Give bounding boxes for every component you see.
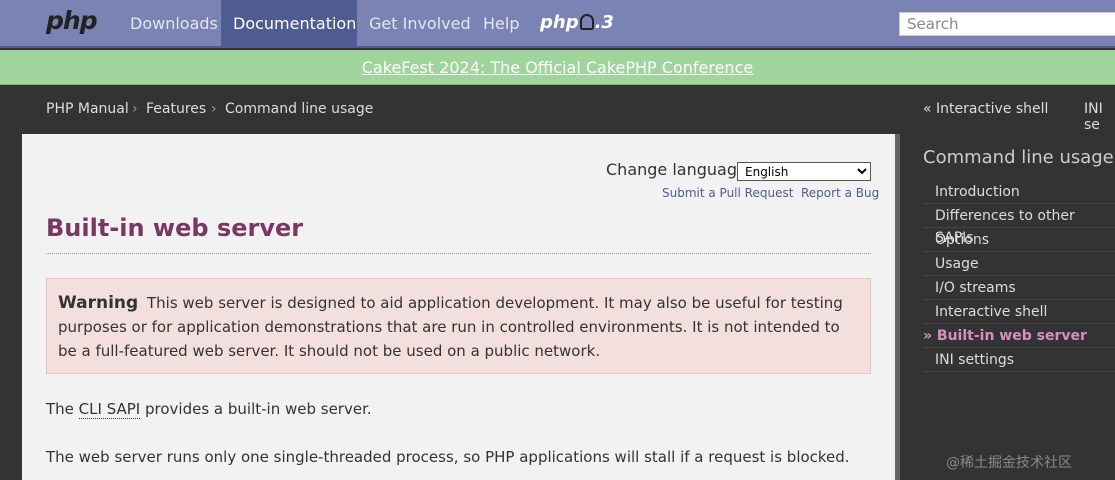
breadcrumb: PHP Manual › Features › Command line usa… bbox=[0, 86, 1115, 134]
sidebar-item-options[interactable]: Options bbox=[923, 229, 1115, 252]
warning-text: This web server is designed to aid appli… bbox=[58, 294, 843, 360]
prev-page-link[interactable]: « Interactive shell bbox=[923, 101, 1048, 117]
submit-pull-request-link[interactable]: Submit a Pull Request bbox=[662, 186, 793, 200]
nav-documentation[interactable]: Documentation bbox=[221, 0, 357, 48]
breadcrumb-php-manual[interactable]: PHP Manual bbox=[46, 101, 129, 117]
sidebar-item-differences[interactable]: Differences to other SAPIs bbox=[923, 205, 1115, 246]
breadcrumb-features[interactable]: Features bbox=[146, 101, 206, 117]
breadcrumb-separator: › bbox=[132, 101, 138, 117]
watermark-text: @稀土掘金技术社区 bbox=[946, 455, 1072, 471]
sidebar-item-built-in-web-server[interactable]: » Built-in web server bbox=[923, 325, 1115, 348]
warning-box: Warning This web server is designed to a… bbox=[46, 278, 871, 374]
nav-downloads[interactable]: Downloads bbox=[118, 0, 230, 48]
language-select[interactable]: English bbox=[737, 162, 871, 181]
sidebar-item-introduction[interactable]: Introduction bbox=[923, 181, 1115, 204]
sidebar-item-interactive-shell[interactable]: Interactive shell bbox=[923, 301, 1115, 324]
php-logo[interactable]: php bbox=[46, 6, 98, 35]
cakefest-link[interactable]: CakeFest 2024: The Official CakePHP Conf… bbox=[362, 58, 753, 77]
sidebar-item-ini-settings[interactable]: INI settings bbox=[923, 349, 1115, 372]
sidebar-item-io-streams[interactable]: I/O streams bbox=[923, 277, 1115, 300]
promo-banner: CakeFest 2024: The Official CakePHP Conf… bbox=[0, 50, 1115, 85]
title-divider bbox=[46, 253, 871, 254]
elephant-icon bbox=[579, 14, 594, 30]
breadcrumb-separator: › bbox=[211, 101, 217, 117]
sidebar-title: Command line usage bbox=[923, 147, 1114, 168]
report-bug-link[interactable]: Report a Bug bbox=[801, 186, 879, 200]
para-text: The bbox=[46, 400, 79, 418]
para-text: provides a built-in web server. bbox=[140, 400, 372, 418]
intro-paragraph: The CLI SAPI provides a built-in web ser… bbox=[46, 400, 372, 419]
content-edge bbox=[895, 134, 900, 480]
version-suffix: .3 bbox=[594, 12, 614, 33]
sidebar-item-usage[interactable]: Usage bbox=[923, 253, 1115, 276]
search-input[interactable] bbox=[899, 12, 1115, 36]
single-thread-paragraph: The web server runs only one single-thre… bbox=[46, 448, 850, 466]
change-language-label: Change language: bbox=[606, 160, 753, 179]
top-navbar: php Downloads Documentation Get Involved… bbox=[0, 0, 1115, 48]
page-title: Built-in web server bbox=[46, 214, 304, 242]
php-version-link[interactable]: php .3 bbox=[540, 10, 614, 36]
version-prefix: php bbox=[540, 12, 579, 33]
nav-get-involved[interactable]: Get Involved bbox=[357, 0, 483, 48]
warning-title: Warning bbox=[58, 293, 139, 313]
cli-sapi-abbr: CLI SAPI bbox=[78, 400, 141, 419]
nav-help[interactable]: Help bbox=[471, 0, 531, 48]
breadcrumb-command-line-usage[interactable]: Command line usage bbox=[225, 101, 373, 117]
main-content: Change language: English Submit a Pull R… bbox=[22, 134, 895, 480]
next-page-link[interactable]: INI se bbox=[1084, 101, 1115, 133]
